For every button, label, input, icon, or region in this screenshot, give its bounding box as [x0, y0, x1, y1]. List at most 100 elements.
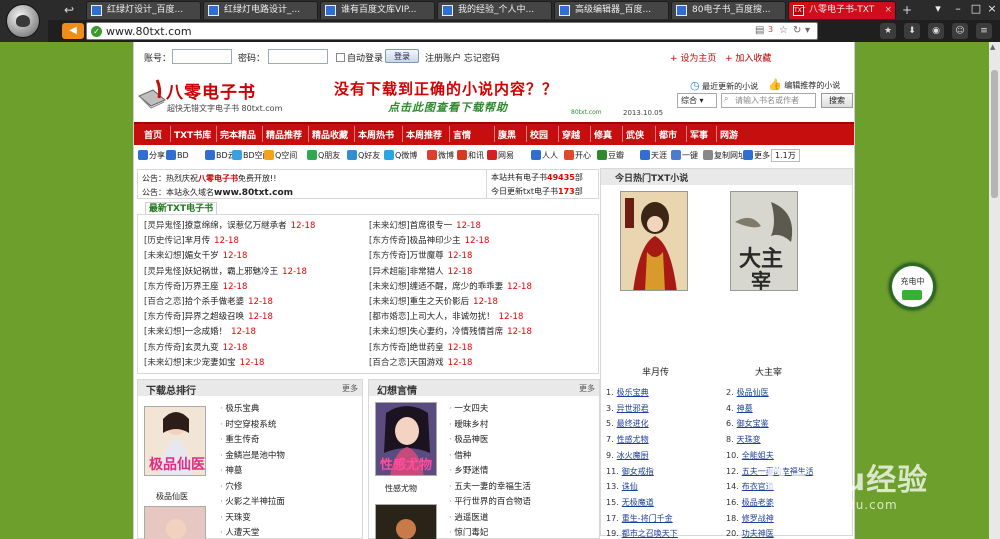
book-title-link[interactable]: 媚女千岁 — [185, 251, 219, 261]
book-category[interactable]: [异术超能] — [369, 267, 410, 277]
list-item-link[interactable]: · 时空穿梭系统 — [220, 418, 276, 430]
hot-rank-item[interactable]: 13. 诛仙 — [606, 481, 638, 494]
book-title-link[interactable]: 上司大人，非诚勿扰！ — [410, 312, 495, 322]
hot-rank-item[interactable]: 15. 无极魔道 — [606, 497, 654, 510]
nav-item[interactable]: 腹黑 — [498, 128, 516, 141]
book-title-link[interactable]: 妖妃祸世，霸上邪魅冷王 — [185, 267, 279, 277]
browser-tab-2[interactable]: 红绿灯电路设计_... — [203, 1, 318, 19]
url-field[interactable]: ✓ www.80txt.com ▤ 3 ☆ ↻ ▾ — [86, 22, 818, 40]
book-title-link[interactable]: 玄灵九变 — [185, 343, 219, 353]
browser-tab-active[interactable]: TXT 八零电子书-TXT × — [788, 1, 896, 19]
nav-item[interactable]: 网游 — [720, 128, 738, 141]
charging-widget[interactable]: 充电中 — [889, 263, 936, 310]
latest-book-row[interactable]: [灵异鬼怪]妖妃祸世，霸上邪魅冷王 12-18 — [144, 265, 307, 279]
latest-book-row[interactable]: [未来幻想]缠适不醒，席少的乖乖妻 12-18 — [369, 280, 532, 294]
share-button[interactable]: Q朋友 — [307, 150, 340, 161]
nav-item[interactable]: 完本精品 — [220, 128, 256, 141]
set-home-link[interactable]: + 设为主页 — [670, 51, 716, 64]
star-bookmark-icon[interactable]: ☆ — [779, 25, 788, 36]
book-category[interactable]: [灵异鬼怪] — [144, 267, 185, 277]
scrollbar-thumb[interactable] — [991, 70, 998, 198]
latest-novels-link[interactable]: ◷ 最近更新的小说 — [690, 79, 758, 92]
nav-item[interactable]: 武侠 — [626, 128, 644, 141]
nav-item[interactable]: 军事 — [690, 128, 708, 141]
nav-item[interactable]: 本周热书 — [358, 128, 394, 141]
hot-rank-item[interactable]: 6. 御女宝鉴 — [726, 418, 769, 431]
latest-book-row[interactable]: [未来幻想]失心妻约，冷情残情首席 12-18 — [369, 325, 532, 339]
nav-item[interactable]: 首页 — [144, 128, 162, 141]
list-item-link[interactable]: · 一女四夫 — [449, 402, 488, 414]
latest-book-row[interactable]: [未来幻想]末少宠妻如宝 12-18 — [144, 356, 264, 370]
list-item-link[interactable]: · 金鳞岂是池中物 — [220, 449, 285, 461]
book-title-link[interactable]: 天国游戏 — [410, 358, 444, 368]
list-item-link[interactable]: · 平行世界的百合物语 — [449, 495, 531, 507]
latest-book-row[interactable]: [未来幻想]媚女千岁 12-18 — [144, 249, 247, 263]
back-history-icon[interactable]: ↩ — [60, 2, 78, 18]
notification-count[interactable]: 3 — [768, 25, 773, 34]
book-category[interactable]: [未来幻想] — [369, 327, 410, 337]
list-item-link[interactable]: · 暧昧乡村 — [449, 418, 488, 430]
fantasy-cover[interactable]: 性感尤物 — [375, 402, 437, 476]
latest-book-row[interactable]: [东方传奇]绝世药皇 12-18 — [369, 341, 472, 355]
rank-title-link[interactable]: 御女宝鉴 — [737, 419, 769, 428]
list-item-link[interactable]: · 神墓 — [220, 464, 242, 476]
nav-item[interactable]: TXT书库 — [174, 128, 211, 141]
page-scrollbar[interactable]: ▲ — [989, 42, 1000, 539]
nav-item[interactable]: 精品推荐 — [266, 128, 302, 141]
rank-title-link[interactable]: 无极魔道 — [622, 498, 654, 507]
fantasy-cover-2[interactable] — [375, 504, 437, 539]
list-item-link[interactable]: · 穴修 — [220, 480, 242, 492]
latest-book-row[interactable]: [未来幻想]首席很专一 12-18 — [369, 219, 481, 233]
help-banner-subtitle[interactable]: 点击此图查看下载帮助 — [388, 99, 508, 115]
search-input[interactable]: ⌕ 请输入书名或作者 — [721, 93, 816, 108]
book-title-link[interactable]: 一念成婚！ — [185, 327, 228, 337]
user-icon[interactable]: ☺ — [952, 23, 968, 39]
rank-title-link[interactable]: 性感尤物 — [617, 435, 649, 444]
book-category[interactable]: [百合之恋] — [144, 297, 185, 307]
share-button[interactable]: Q好友 — [347, 150, 380, 161]
rank-title-link[interactable]: 诛仙 — [622, 482, 638, 491]
rank-title-link[interactable]: 最终进化 — [617, 419, 649, 428]
hot-rank-item[interactable]: 11. 御女戒指 — [606, 466, 654, 479]
share-button[interactable]: 更多 — [743, 150, 770, 161]
book-category[interactable]: [东方传奇] — [369, 236, 410, 246]
hot-rank-item[interactable]: 19. 都市之召唤天下 — [606, 528, 678, 539]
book-category[interactable]: [未来幻想] — [144, 251, 185, 261]
share-button[interactable]: 和讯 — [457, 150, 484, 161]
book-title-link[interactable]: 极品神印少主 — [410, 236, 461, 246]
search-button[interactable]: 搜索 — [821, 93, 853, 108]
search-category-select[interactable]: 综合 ▾ — [677, 93, 717, 108]
share-button[interactable]: Q微博 — [384, 150, 417, 161]
nav-item[interactable]: 本周推荐 — [406, 128, 442, 141]
latest-book-row[interactable]: [东方传奇]万世魔尊 12-18 — [369, 249, 472, 263]
book-cover-1[interactable] — [620, 191, 688, 291]
share-button[interactable]: 豆瓣 — [597, 150, 624, 161]
hot-rank-item[interactable]: 20. 功夫神医 — [726, 528, 774, 539]
share-button[interactable]: 微博 — [427, 150, 454, 161]
share-button[interactable]: Q空间 — [264, 150, 297, 161]
book-title-link[interactable]: 撩意绵绵，误惹亿万继承者 — [185, 221, 287, 231]
download-rank-cover-2[interactable] — [144, 506, 206, 539]
share-button[interactable]: 网易 — [487, 150, 514, 161]
book-title-link[interactable]: 失心妻约，冷情残情首席 — [410, 327, 504, 337]
new-tab-icon[interactable]: + — [898, 2, 916, 18]
book-title-link[interactable]: 万世魔尊 — [410, 251, 444, 261]
book-category[interactable]: [未来幻想] — [144, 327, 185, 337]
book-category[interactable]: [都市婚恋] — [369, 312, 410, 322]
rank-title-link[interactable]: 极乐宝典 — [617, 388, 649, 397]
dropdown-arrow-icon[interactable]: ▾ — [805, 25, 810, 36]
list-item-link[interactable]: · 极品神医 — [449, 433, 488, 445]
latest-book-row[interactable]: [东方传奇]玄灵九变 12-18 — [144, 341, 247, 355]
list-item-link[interactable]: · 五夫一妻的幸福生活 — [449, 480, 531, 492]
latest-book-row[interactable]: [东方传奇]万界王座 12-18 — [144, 280, 247, 294]
list-item-link[interactable]: · 火影之半神拉面 — [220, 495, 285, 507]
minimize-icon[interactable]: – — [948, 1, 968, 17]
book-caption-2[interactable]: 大主宰 — [755, 365, 782, 378]
list-item-link[interactable]: · 惊门毒妃 — [449, 526, 488, 538]
login-button[interactable]: 登录 — [385, 49, 419, 63]
account-input[interactable] — [172, 49, 232, 64]
latest-book-row[interactable]: [东方传奇]极品神印少主 12-18 — [369, 234, 489, 248]
hot-rank-item[interactable]: 2. 极品仙医 — [726, 387, 769, 400]
page-tools-icon[interactable]: ▤ — [755, 25, 764, 36]
hot-rank-item[interactable]: 7. 性感尤物 — [606, 434, 649, 447]
